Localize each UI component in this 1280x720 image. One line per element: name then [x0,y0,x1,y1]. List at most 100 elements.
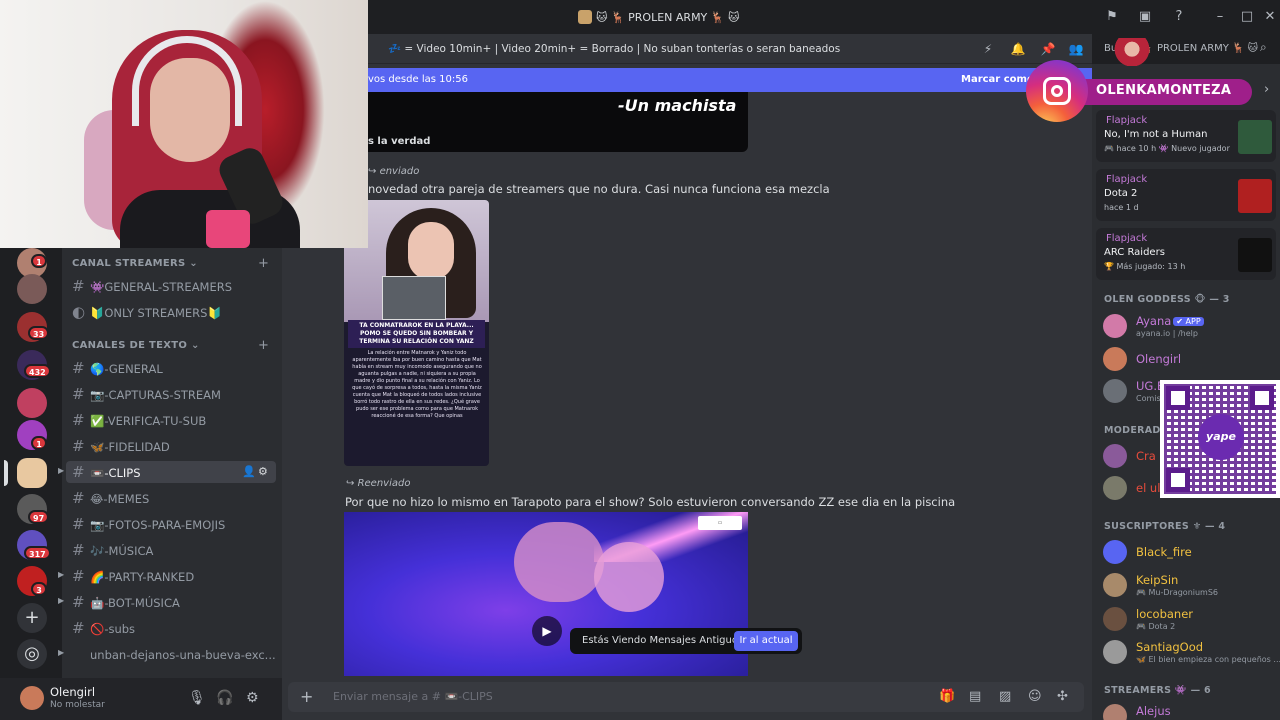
channel-only-streamers[interactable]: ◐ 🔰ONLY STREAMERS🔰 [66,301,276,323]
channel-capturas-stream[interactable]: # 📷-CAPTURAS-STREAM [66,383,276,405]
server-icon [578,10,592,24]
member-item[interactable]: Olengirl [1100,344,1280,374]
avatar [1103,573,1127,597]
chevron-right-icon[interactable]: › [1264,82,1269,97]
new-messages-bar[interactable]: vos desde las 10:56 Marcar como leído [368,68,1092,92]
help-icon[interactable]: ? [1171,9,1187,25]
channel-subs[interactable]: # 🚫-subs [66,617,276,639]
discover-icon[interactable]: ◎ [17,639,47,669]
member-item[interactable]: Black_fire [1100,537,1280,567]
play-icon[interactable]: ▶ [532,616,562,646]
expand-arrow-icon[interactable]: ▶ [58,648,64,657]
add-attachment-icon[interactable]: + [300,687,313,706]
server-icon[interactable] [17,274,47,304]
search-icon[interactable]: ⌕ [1260,40,1267,55]
activity-card[interactable]: Flapjack Dota 2 hace 1 d [1096,169,1276,221]
category-canales-de-texto[interactable]: CANALES DE TEXTO ⌄ + [72,338,269,353]
member-name: Cra [1136,449,1156,463]
gear-icon[interactable]: ⚙ [258,465,268,478]
channel-clips[interactable]: ▶ # 📼-CLIPS 👤 ⚙ [58,461,276,483]
add-server-icon[interactable]: + [17,603,47,633]
sticker-icon[interactable]: ▨ [999,689,1011,704]
member-status: Comis [1136,394,1161,403]
pinned-messages-icon[interactable]: 📌 [1040,41,1056,57]
composer-placeholder: Enviar mensaje a # 📼-CLIPS [333,690,493,703]
yape-logo: yape [1198,414,1244,460]
close-button[interactable]: ✕ [1262,9,1278,25]
member-item[interactable]: locobaner 🎮 Dota 2 [1100,604,1280,634]
pin-icon[interactable]: ⚑ [1104,9,1120,25]
minimize-button[interactable]: – [1212,9,1228,25]
game-art [1238,238,1272,272]
member-status: 🦋 El bien empieza con pequeños ... [1136,655,1280,664]
channel-memes[interactable]: # 😂-MEMES [66,487,276,509]
apps-icon[interactable]: ✣ [1057,689,1068,704]
member-name: SantiagOod [1136,640,1204,654]
channel-musica[interactable]: # 🎶-MÚSICA [66,539,276,561]
member-list-icon[interactable]: 👥 [1068,41,1084,57]
member-item[interactable]: SantiagOod 🦋 El bien empieza con pequeños… [1100,637,1280,667]
member-section-title: STREAMERS 👾 — 6 [1104,685,1211,696]
member-item[interactable]: Alejus [1100,701,1280,720]
settings-gear-icon[interactable]: ⚙ [246,690,259,706]
tiktok-body: La relación entre Matnarok y Yaniz todo … [352,350,482,419]
new-messages-text: vos desde las 10:56 [368,74,468,85]
emoji-icon[interactable]: ☺ [1028,689,1042,704]
channel-party-ranked[interactable]: ▶ # 🌈-PARTY-RANKED [58,565,276,587]
headphones-icon[interactable]: 🎧 [216,690,233,706]
unread-badge: 3 [31,582,47,596]
gift-icon[interactable]: 🎁 [939,689,955,704]
activity-user: Flapjack [1106,174,1148,185]
webcam-overlay [0,0,368,248]
gif-icon[interactable]: ▤ [969,689,981,704]
expand-arrow-icon[interactable]: ▶ [58,466,64,475]
notification-bell-icon[interactable]: 🔔 [1010,41,1026,57]
member-item[interactable]: Ayana ✔ APP ayana.io | /help [1100,311,1280,341]
microphone-icon[interactable]: 🎙 [188,690,206,706]
jump-to-present-button[interactable]: Ir al actual [734,631,798,651]
channel-general-streamers[interactable]: # 👾GENERAL-STREAMERS [66,275,276,297]
channel-verifica-tu-sub[interactable]: # ✅-VERIFICA-TU-SUB [66,409,276,431]
channel-header: 💤 = Video 10min+ | Video 20min+ = Borrad… [282,34,1092,64]
channel-fotos-para-emojis[interactable]: # 📷-FOTOS-PARA-EMOJIS [66,513,276,535]
channel-topic[interactable]: 💤 = Video 10min+ | Video 20min+ = Borrad… [388,42,840,55]
expand-arrow-icon[interactable]: ▶ [58,570,64,579]
hash-icon: # [72,541,85,559]
app-tag: ✔ APP [1173,317,1204,326]
channel-bot-musica[interactable]: ▶ # 🤖-BOT-MÚSICA [58,591,276,613]
channel-unban[interactable]: ▶ unban-dejanos-una-bueva-exc... [58,643,276,665]
member-status: ayana.io | /help [1136,329,1198,338]
member-section-title: OLEN GODDESS 🐵 — 3 [1104,294,1230,305]
add-channel-icon[interactable]: + [258,338,269,353]
channel-fidelidad[interactable]: # 🦋-FIDELIDAD [66,435,276,457]
inbox-icon[interactable]: ▣ [1137,9,1153,25]
member-name: locobaner [1136,607,1194,621]
member-name: el ul [1136,481,1161,495]
hash-icon: # [72,489,85,507]
hash-icon: # [72,359,85,377]
activity-card[interactable]: Flapjack ARC Raiders 🏆 Más jugado: 13 h [1096,228,1276,280]
member-item[interactable]: KeipSin 🎮 Mu-DragoniumS6 [1100,570,1280,600]
hash-icon: # [72,463,85,481]
avatar[interactable] [20,686,44,710]
game-art [1238,120,1272,154]
avatar [1103,540,1127,564]
hash-icon: # [72,411,85,429]
server-icon-selected[interactable] [17,458,47,488]
add-channel-icon[interactable]: + [258,256,269,271]
expand-arrow-icon[interactable]: ▶ [58,596,64,605]
threads-icon[interactable]: ⚡ [980,41,996,57]
server-icon[interactable] [17,388,47,418]
message-composer[interactable]: + Enviar mensaje a # 📼-CLIPS 🎁 ▤ ▨ ☺ ✣ [288,682,1084,712]
username[interactable]: Olengirl [50,685,95,699]
activity-title: Dota 2 [1104,188,1138,199]
invite-icon[interactable]: 👤 [242,465,256,478]
category-canal-streamers[interactable]: CANAL STREAMERS ⌄ + [72,256,269,271]
activity-user: Flapjack [1106,233,1148,244]
channel-general[interactable]: # 🌎-GENERAL [66,357,276,379]
tiktok-person-face [408,222,454,280]
maximize-button[interactable]: □ [1239,9,1255,25]
activity-meta: 🏆 Más jugado: 13 h [1104,262,1186,271]
hash-icon: # [72,593,85,611]
member-name: Olengirl [1136,352,1182,366]
